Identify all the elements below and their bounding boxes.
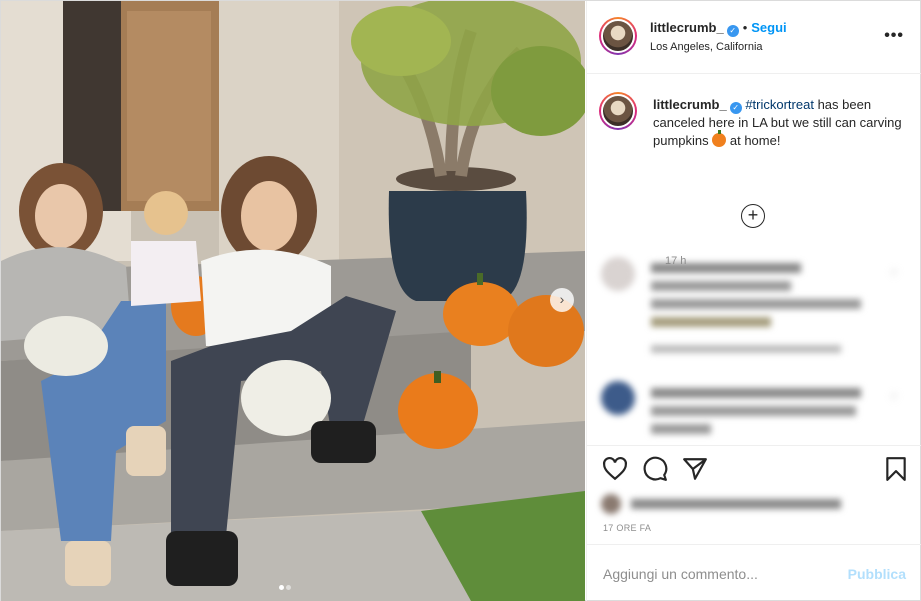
share-icon[interactable] (682, 456, 708, 482)
likes-row-blurred[interactable] (601, 494, 841, 514)
caption-tail: at home! (726, 133, 781, 148)
action-bar: 17 ORE FA (587, 445, 921, 544)
username-link[interactable]: littlecrumb_ (650, 20, 724, 35)
caption-text: littlecrumb_ ✓ #trickortreat has been can… (653, 96, 903, 150)
next-arrow-icon[interactable]: › (550, 288, 574, 312)
follow-button[interactable]: Segui (751, 20, 786, 35)
comment-avatar[interactable] (601, 381, 635, 415)
plus-circle-icon[interactable]: + (741, 204, 765, 228)
carousel-dot (286, 585, 291, 590)
heart-icon[interactable] (602, 456, 628, 482)
verified-badge-icon: ✓ (729, 102, 742, 114)
carousel-dot-active (279, 585, 284, 590)
publish-button[interactable]: Pubblica (848, 566, 906, 582)
separator-dot: • (742, 20, 748, 35)
avatar[interactable] (599, 17, 637, 55)
post-window: › littlecrumb_ ✓ • Segui Los Angeles, Calif… (0, 0, 921, 601)
post-time-ago[interactable]: 17 ORE FA (603, 523, 651, 533)
post-sidebar: littlecrumb_ ✓ • Segui Los Angeles, Califor… (586, 1, 921, 601)
carousel-indicator (278, 578, 292, 593)
caption-username[interactable]: littlecrumb_ (653, 97, 727, 112)
comment-text (651, 384, 871, 442)
post-photo[interactable]: › (1, 1, 585, 601)
comment-heart-icon[interactable]: ♡ (889, 391, 899, 404)
comment-heart-icon[interactable]: ♡ (889, 267, 899, 280)
add-comment-bar: Aggiungi un commento... Pubblica (587, 544, 921, 601)
pumpkin-emoji-icon (712, 130, 727, 147)
verified-badge-icon: ✓ (726, 25, 739, 37)
comment-icon[interactable] (642, 456, 668, 482)
caption-avatar[interactable] (599, 92, 637, 130)
comment-avatar[interactable] (601, 257, 635, 291)
hashtag-link[interactable]: #trickortreat (745, 97, 814, 112)
post-header: littlecrumb_ ✓ • Segui Los Angeles, Califor… (587, 1, 921, 74)
header-user-row: littlecrumb_ ✓ • Segui (650, 20, 787, 37)
location-link[interactable]: Los Angeles, California (650, 41, 763, 53)
bookmark-icon[interactable] (883, 456, 909, 482)
photo-illustration (1, 1, 585, 601)
more-options-icon[interactable]: ••• (884, 27, 904, 45)
comment-text (651, 259, 871, 353)
comment-input[interactable]: Aggiungi un commento... (603, 566, 758, 582)
